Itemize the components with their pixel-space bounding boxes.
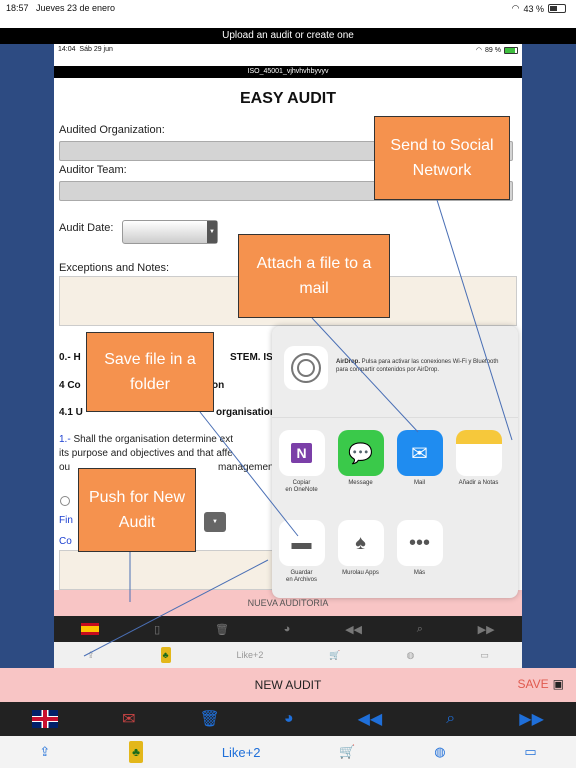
book-icon[interactable]: ▯ xyxy=(154,623,160,636)
finding-select[interactable]: ▼ xyxy=(204,512,226,532)
status-date: Jueves 23 de enero xyxy=(36,3,116,13)
airdrop-icon xyxy=(284,346,328,390)
share-apps-row: N Copiar en OneNote 💬 Message ✉ Mail Aña… xyxy=(272,430,518,494)
inner-date: Sáb 29 jun xyxy=(79,46,113,53)
inner-toolbar: ▯ 🗑 ◕ ◀◀ ⌕ ▶▶ xyxy=(54,616,522,642)
answer-radio[interactable] xyxy=(60,496,70,506)
message-icon: 💬 xyxy=(337,430,384,476)
more-icon: ••• xyxy=(396,520,443,566)
inner-wifi-icon: ◠ xyxy=(475,47,483,54)
chart-icon[interactable]: ◕ xyxy=(284,623,291,635)
callout-new-audit: Push for New Audit xyxy=(78,468,196,552)
inner-like-button[interactable]: Like+2 xyxy=(237,650,264,660)
spain-flag-icon[interactable] xyxy=(81,623,100,635)
audit-id: ISO_45001_vjhvhvhbyvyv xyxy=(54,66,522,78)
inner-battery-percent: 89 % xyxy=(485,46,501,54)
globe-icon[interactable]: ◍ xyxy=(434,744,445,760)
audit-date-label: Audit Date: xyxy=(59,222,114,234)
like-button[interactable]: Like+2 xyxy=(222,745,261,760)
share-message[interactable]: 💬 Message xyxy=(331,430,390,494)
airdrop-title: AirDrop. xyxy=(336,359,360,365)
status-bar: 18:57 Jueves 23 de enero ◠ 43 % xyxy=(0,0,576,28)
battery-icon xyxy=(548,4,566,13)
question-1-line3: ou xyxy=(59,462,71,473)
inner-bottom-toolbar: ⇪ ♣ Like+2 🛒 ◍ ▭ xyxy=(54,642,522,668)
inner-battery-icon xyxy=(504,46,518,54)
share-actions-row: ▬ Guardar en Archivos ♠ Murolau Apps •••… xyxy=(272,520,518,584)
mail-icon: ✉ xyxy=(396,430,443,476)
callout-save-folder: Save file in a folder xyxy=(86,332,214,412)
share-onenote[interactable]: N Copiar en OneNote xyxy=(272,430,331,494)
window-title: Upload an audit or create one xyxy=(0,28,576,44)
share-mail[interactable]: ✉ Mail xyxy=(390,430,449,494)
share-notes[interactable]: Añadir a Notas xyxy=(449,430,508,494)
share-notes-label: Añadir a Notas xyxy=(458,480,499,486)
mail-open-icon[interactable]: ✉ xyxy=(122,709,135,729)
new-audit-button[interactable]: NEW AUDIT xyxy=(0,678,576,692)
plant-icon[interactable]: ♣ xyxy=(160,647,171,663)
airdrop-row[interactable]: AirDrop. Pulsa para activar las conexion… xyxy=(272,326,518,418)
share-more[interactable]: ••• Más xyxy=(390,520,449,584)
share-save-files[interactable]: ▬ Guardar en Archivos xyxy=(272,520,331,584)
inner-status-bar: 14:04 Sáb 29 jun ◠ 89 % xyxy=(54,44,522,64)
section-41-prefix: 4.1 U xyxy=(59,407,83,418)
murolau-icon: ♠ xyxy=(337,520,384,566)
cart-icon[interactable]: 🛒 xyxy=(329,650,340,661)
rewind-icon[interactable]: ◀◀ xyxy=(345,623,362,636)
share-sheet: AirDrop. Pulsa para activar las conexion… xyxy=(272,326,518,598)
search-icon[interactable]: ⌕ xyxy=(446,710,455,728)
rewind-icon[interactable]: ◀◀ xyxy=(358,709,383,729)
search-icon[interactable]: ⌕ xyxy=(417,623,423,636)
finding-label: Fin xyxy=(59,515,73,526)
trash-icon[interactable]: 🗑 xyxy=(200,709,220,729)
chart-icon[interactable]: ◕ xyxy=(284,710,294,728)
folder-icon[interactable]: ▭ xyxy=(524,744,536,760)
save-label: SAVE xyxy=(517,677,549,691)
section-0-prefix: 0.- H xyxy=(59,352,81,363)
trash-icon[interactable]: 🗑 xyxy=(215,623,229,636)
uk-flag-icon[interactable] xyxy=(32,710,59,728)
audited-org-label: Audited Organization: xyxy=(59,124,165,136)
callout-social-network: Send to Social Network xyxy=(374,116,510,200)
share-save-files-label: Guardar en Archivos xyxy=(285,570,318,583)
onenote-icon: N xyxy=(278,430,325,476)
comment-label: Co xyxy=(59,536,72,547)
share-icon[interactable]: ⇪ xyxy=(39,744,50,760)
notes-label: Exceptions and Notes: xyxy=(59,262,170,274)
share-murolau-label: Murolau Apps xyxy=(342,570,379,576)
airdrop-description: Pulsa para activar las conexiones Wi-Fi … xyxy=(336,359,499,373)
notes-icon xyxy=(455,430,502,476)
floppy-icon: ▣ xyxy=(552,677,564,691)
share-onenote-label: Copiar en OneNote xyxy=(285,480,318,493)
auditor-team-label: Auditor Team: xyxy=(59,164,127,176)
status-time: 18:57 xyxy=(6,3,29,13)
section-4-prefix: 4 Co xyxy=(59,380,81,391)
folder-icon: ▬ xyxy=(278,520,325,566)
save-button[interactable]: SAVE ▣ xyxy=(518,677,564,691)
bottom-toolbar: ⇪ ♣ Like+2 🛒 ◍ ▭ xyxy=(0,736,576,768)
wifi-icon: ◠ xyxy=(511,3,520,13)
callout-attach-mail: Attach a file to a mail xyxy=(238,234,390,318)
share-more-label: Más xyxy=(413,570,426,576)
battery-percent: 43 % xyxy=(523,3,544,14)
main-toolbar: ✉ 🗑 ◕ ◀◀ ⌕ ▶▶ xyxy=(0,702,576,736)
new-audit-bar: NEW AUDIT SAVE ▣ xyxy=(0,668,576,702)
share-murolau[interactable]: ♠ Murolau Apps xyxy=(331,520,390,584)
cart-icon[interactable]: 🛒 xyxy=(339,744,355,760)
question-1-line1: 1.- Shall the organisation determine ext xyxy=(59,434,233,445)
share-message-label: Message xyxy=(348,480,373,486)
chevron-down-icon: ▼ xyxy=(207,221,217,243)
folder-icon[interactable]: ▭ xyxy=(480,650,489,661)
status-right: ◠ 43 % xyxy=(512,3,566,14)
inner-time: 14:04 xyxy=(58,46,76,53)
question-1-line2: its purpose and objectives and that affe xyxy=(59,448,233,459)
share-icon[interactable]: ⇪ xyxy=(87,650,95,661)
audit-date-select[interactable]: ▼ xyxy=(122,220,218,244)
share-mail-label: Mail xyxy=(413,480,425,486)
forward-icon[interactable]: ▶▶ xyxy=(478,623,495,636)
globe-icon[interactable]: ◍ xyxy=(407,650,415,661)
page-title: EASY AUDIT xyxy=(239,90,336,107)
plant-icon[interactable]: ♣ xyxy=(129,741,144,763)
forward-icon[interactable]: ▶▶ xyxy=(519,709,544,729)
